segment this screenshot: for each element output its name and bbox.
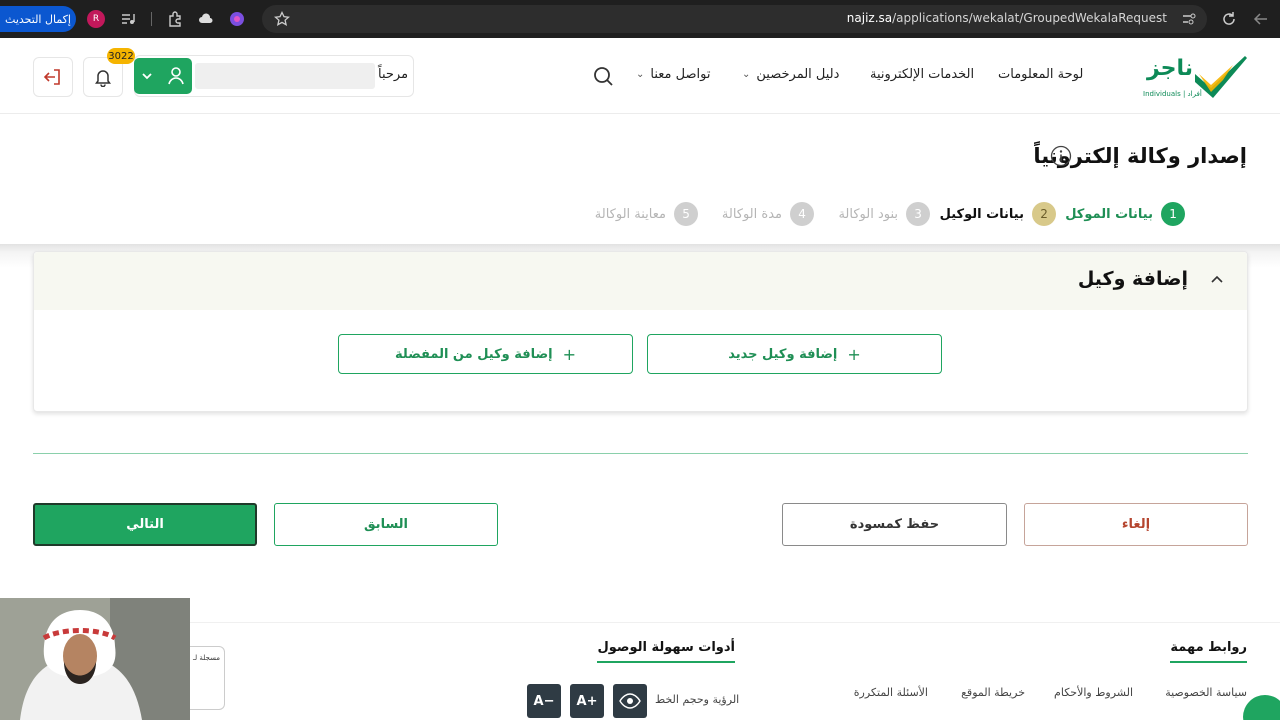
- nav-dashboard-label: لوحة المعلومات: [998, 67, 1084, 82]
- presenter-webcam-overlay: [0, 598, 190, 720]
- search-icon[interactable]: [593, 66, 613, 86]
- logout-button[interactable]: [33, 57, 73, 97]
- add-from-favorites-label: إضافة وكيل من المفضلة: [395, 346, 553, 362]
- nav-eservices-label: الخدمات الإلكترونية: [870, 67, 975, 82]
- section-divider: [33, 453, 1248, 454]
- user-menu-toggle[interactable]: [134, 58, 192, 94]
- add-agent-card-header[interactable]: [34, 252, 1247, 310]
- cancel-button[interactable]: إلغاء: [1024, 503, 1248, 546]
- card-title: إضافة وكيل: [1077, 268, 1188, 290]
- step-number: 2: [1032, 202, 1056, 226]
- user-name-redacted: [195, 63, 375, 89]
- extensions-icon[interactable]: [166, 10, 184, 28]
- url-path: /applications/wekalat/GroupedWekalaReque…: [892, 11, 1167, 25]
- step-4: 4 مدة الوكالة: [722, 202, 814, 226]
- address-bar[interactable]: najiz.sa/applications/wekalat/GroupedWek…: [262, 5, 1207, 33]
- step-label: مدة الوكالة: [721, 206, 782, 222]
- important-links-heading: روابط مهمة: [1170, 640, 1247, 663]
- next-button[interactable]: التالي: [33, 503, 257, 546]
- logo-subtitle: Individuals | أفراد: [1143, 90, 1202, 98]
- logo-text[interactable]: ناجز: [1147, 56, 1193, 81]
- bell-icon: [95, 70, 111, 87]
- info-icon[interactable]: [1050, 145, 1072, 167]
- font-increase-button[interactable]: A+: [570, 684, 604, 718]
- step-label: بنود الوكالة: [838, 206, 898, 222]
- chevron-up-icon[interactable]: [1209, 272, 1225, 288]
- ai-extension-icon[interactable]: [228, 10, 246, 28]
- step-1[interactable]: 1 بيانات الموكل: [1065, 202, 1185, 226]
- add-new-agent-button[interactable]: + إضافة وكيل جديد: [647, 334, 942, 374]
- step-5: 5 معاينة الوكالة: [595, 202, 698, 226]
- user-icon: [168, 67, 184, 85]
- presenter-video-frame: [0, 598, 190, 720]
- bookmark-star-icon[interactable]: [274, 11, 290, 27]
- footer-link-faq[interactable]: الأسئلة المتكررة: [854, 686, 928, 699]
- reload-icon[interactable]: [1220, 10, 1238, 28]
- step-number: 1: [1161, 202, 1185, 226]
- step-2[interactable]: 2 بيانات الوكيل: [940, 202, 1056, 226]
- accessibility-label: الرؤية وحجم الخط: [655, 693, 740, 706]
- add-new-agent-label: إضافة وكيل جديد: [728, 346, 838, 362]
- step-label: معاينة الوكالة: [594, 206, 666, 222]
- nav-eservices[interactable]: الخدمات الإلكترونية: [870, 67, 974, 82]
- chevron-down-icon: ⌄: [742, 69, 751, 80]
- nav-dashboard[interactable]: لوحة المعلومات: [998, 67, 1083, 82]
- step-3: 3 بنود الوكالة: [838, 202, 930, 226]
- notification-count-badge: 3022: [107, 48, 135, 64]
- step-number: 5: [674, 202, 698, 226]
- greeting-text: مرحباً: [378, 67, 409, 82]
- url-text[interactable]: najiz.sa/applications/wekalat/GroupedWek…: [847, 11, 1167, 25]
- previous-button[interactable]: السابق: [274, 503, 498, 546]
- nav-licensees-guide-label: دليل المرخصين: [756, 67, 840, 82]
- chevron-down-icon: [142, 73, 152, 80]
- vision-toggle-button[interactable]: [613, 684, 647, 718]
- nav-contact-us-label: تواصل معنا: [650, 67, 711, 82]
- media-control-icon[interactable]: [119, 10, 137, 28]
- browser-update-button[interactable]: إكمال التحديث: [0, 6, 76, 32]
- font-decrease-button[interactable]: A−: [527, 684, 561, 718]
- step-number: 4: [790, 202, 814, 226]
- step-number: 3: [906, 202, 930, 226]
- nav-licensees-guide[interactable]: ⌄ دليل المرخصين: [742, 67, 839, 82]
- browser-profile-avatar[interactable]: R: [87, 10, 105, 28]
- site-settings-icon[interactable]: [1181, 11, 1197, 27]
- url-host: najiz.sa: [846, 11, 893, 25]
- plus-icon: +: [562, 344, 576, 364]
- certification-text: مسجلة لـ: [193, 654, 220, 662]
- chevron-down-icon: ⌄: [636, 69, 645, 80]
- eye-icon: [619, 693, 641, 709]
- footer-link-sitemap[interactable]: خريطة الموقع: [961, 686, 1025, 699]
- back-arrow-icon[interactable]: [1252, 10, 1270, 28]
- save-draft-button[interactable]: حفظ كمسودة: [782, 503, 1007, 546]
- step-label: بيانات الوكيل: [939, 206, 1024, 222]
- cloud-extension-icon[interactable]: [197, 10, 215, 28]
- plus-icon: +: [847, 344, 861, 364]
- footer-link-privacy[interactable]: سياسة الخصوصية: [1165, 686, 1247, 699]
- logout-icon: [43, 69, 60, 85]
- toolbar-divider: [151, 12, 152, 26]
- browser-toolbar: إكمال التحديث R najiz.sa/applications/we…: [0, 0, 1280, 38]
- add-agent-from-favorites-button[interactable]: + إضافة وكيل من المفضلة: [338, 334, 633, 374]
- footer-link-terms[interactable]: الشروط والأحكام: [1054, 686, 1133, 699]
- accessibility-heading: أدوات سهولة الوصول: [597, 640, 735, 663]
- step-label: بيانات الموكل: [1065, 206, 1153, 222]
- nav-contact-us[interactable]: ⌄ تواصل معنا: [636, 67, 710, 82]
